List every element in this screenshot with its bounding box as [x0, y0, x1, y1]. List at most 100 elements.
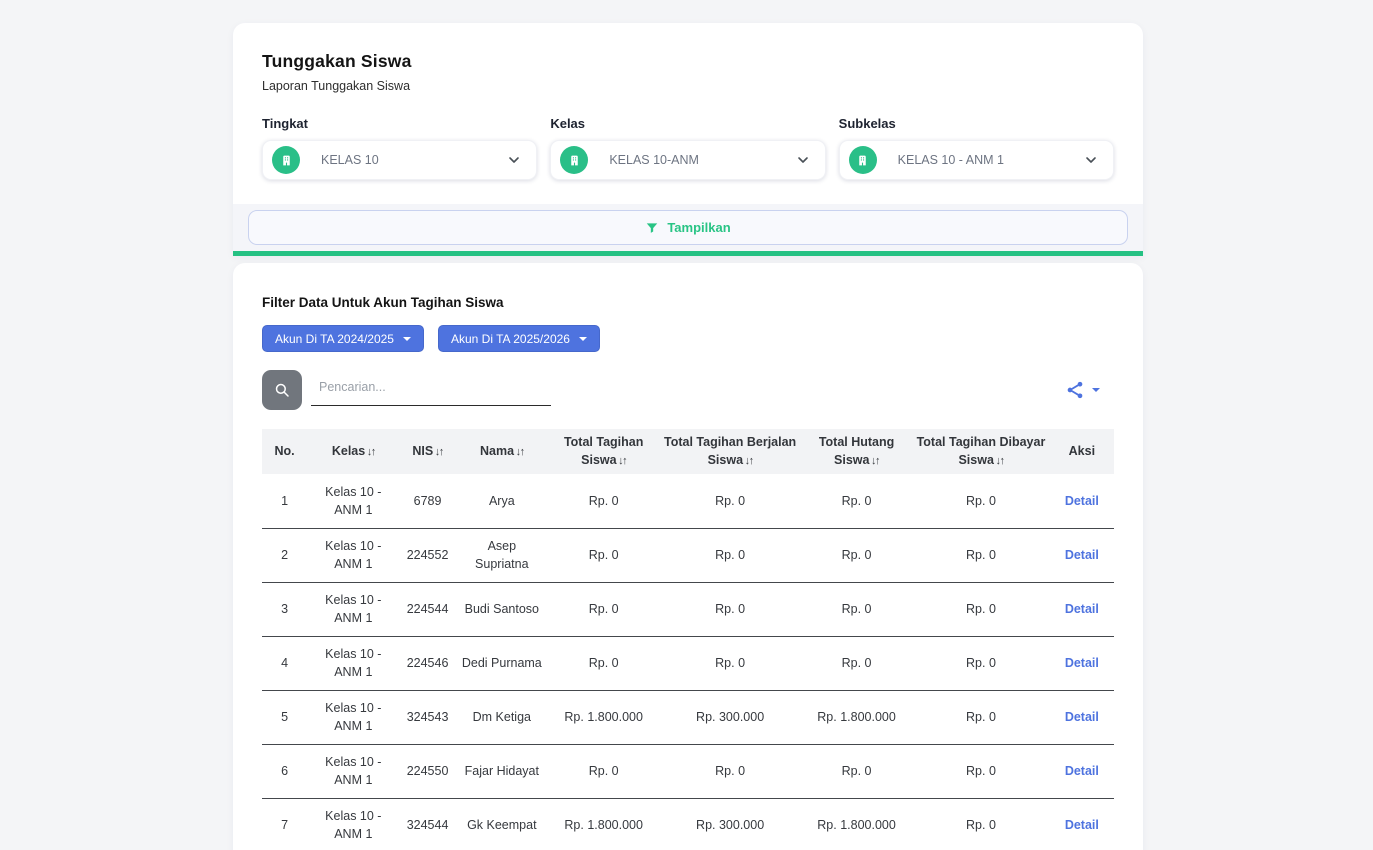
column-label: Total Tagihan Dibayar Siswa: [917, 435, 1046, 467]
column-label: Kelas: [332, 444, 365, 458]
nis-cell: 224552: [399, 528, 455, 582]
school-icon: [849, 146, 877, 174]
row-number-cell: 3: [262, 582, 307, 636]
table-row: 2Kelas 10 - ANM 1224552Asep SupriatnaRp.…: [262, 528, 1114, 582]
search-icon: [273, 381, 291, 399]
sort-arrows-icon: ↓↑: [869, 455, 879, 467]
akun-ta-2025-2026-button[interactable]: Akun Di TA 2025/2026: [438, 325, 600, 352]
kelas-cell: Kelas 10 - ANM 1: [307, 636, 399, 690]
total-tagihan-dibayar-cell: Rp. 0: [912, 690, 1049, 744]
column-header-kelas[interactable]: Kelas ↓↑: [307, 429, 399, 474]
nama-cell: Dedi Purnama: [456, 636, 548, 690]
kelas-cell: Kelas 10 - ANM 1: [307, 474, 399, 528]
export-dropdown[interactable]: [1065, 380, 1114, 400]
akun-ta-2024-2025-label: Akun Di TA 2024/2025: [275, 332, 394, 346]
page-title: Tunggakan Siswa: [262, 51, 1114, 72]
kelas-label: Kelas: [550, 116, 825, 131]
nama-cell: Dm Ketiga: [456, 690, 548, 744]
nis-cell: 324543: [399, 690, 455, 744]
search-input[interactable]: [311, 374, 551, 406]
show-button-bar: Tampilkan: [233, 204, 1143, 251]
total-tagihan-cell: Rp. 0: [548, 582, 659, 636]
column-header-total-hutang-siswa[interactable]: Total Hutang Siswa ↓↑: [801, 429, 912, 474]
kelas-cell: Kelas 10 - ANM 1: [307, 690, 399, 744]
column-header-total-tagihan-dibayar-siswa[interactable]: Total Tagihan Dibayar Siswa ↓↑: [912, 429, 1049, 474]
total-hutang-cell: Rp. 1.800.000: [801, 798, 912, 850]
nis-cell: 224544: [399, 582, 455, 636]
column-label: Aksi: [1069, 444, 1095, 458]
kelas-select-value: KELAS 10-ANM: [609, 153, 794, 167]
aksi-cell: Detail: [1050, 744, 1114, 798]
tampilkan-button[interactable]: Tampilkan: [248, 210, 1128, 245]
subkelas-select-value: KELAS 10 - ANM 1: [898, 153, 1083, 167]
akun-ta-2024-2025-button[interactable]: Akun Di TA 2024/2025: [262, 325, 424, 352]
column-label: Total Tagihan Siswa: [564, 435, 643, 467]
tingkat-select[interactable]: KELAS 10: [262, 140, 537, 180]
column-header-aksi: Aksi: [1050, 429, 1114, 474]
class-filter-row: Tingkat KELAS 10 Kelas: [262, 116, 1114, 180]
subkelas-select[interactable]: KELAS 10 - ANM 1: [839, 140, 1114, 180]
aksi-cell: Detail: [1050, 582, 1114, 636]
chevron-down-icon: [795, 152, 811, 168]
total-tagihan-dibayar-cell: Rp. 0: [912, 528, 1049, 582]
total-tagihan-dibayar-cell: Rp. 0: [912, 582, 1049, 636]
detail-link[interactable]: Detail: [1065, 764, 1099, 778]
school-icon: [272, 146, 300, 174]
total-tagihan-berjalan-cell: Rp. 0: [659, 636, 800, 690]
column-label: Nama: [480, 444, 514, 458]
table-row: 7Kelas 10 - ANM 1324544Gk KeempatRp. 1.8…: [262, 798, 1114, 850]
kelas-cell: Kelas 10 - ANM 1: [307, 744, 399, 798]
column-header-total-tagihan-berjalan-siswa[interactable]: Total Tagihan Berjalan Siswa ↓↑: [659, 429, 800, 474]
total-hutang-cell: Rp. 1.800.000: [801, 690, 912, 744]
column-header-total-tagihan-siswa[interactable]: Total Tagihan Siswa ↓↑: [548, 429, 659, 474]
sort-arrows-icon: ↓↑: [365, 446, 375, 458]
total-tagihan-dibayar-cell: Rp. 0: [912, 474, 1049, 528]
account-filter-buttons: Akun Di TA 2024/2025 Akun Di TA 2025/202…: [262, 325, 1114, 352]
column-header-nis[interactable]: NIS ↓↑: [399, 429, 455, 474]
column-label: Total Hutang Siswa: [819, 435, 894, 467]
table-row: 4Kelas 10 - ANM 1224546Dedi PurnamaRp. 0…: [262, 636, 1114, 690]
detail-link[interactable]: Detail: [1065, 818, 1099, 832]
kelas-cell: Kelas 10 - ANM 1: [307, 528, 399, 582]
row-number-cell: 6: [262, 744, 307, 798]
report-header: Tunggakan Siswa Laporan Tunggakan Siswa …: [233, 23, 1143, 204]
column-header-nama[interactable]: Nama ↓↑: [456, 429, 548, 474]
detail-link[interactable]: Detail: [1065, 602, 1099, 616]
total-tagihan-cell: Rp. 0: [548, 474, 659, 528]
table-header-row: No.Kelas ↓↑NIS ↓↑Nama ↓↑Total Tagihan Si…: [262, 429, 1114, 474]
aksi-cell: Detail: [1050, 474, 1114, 528]
total-hutang-cell: Rp. 0: [801, 582, 912, 636]
total-tagihan-berjalan-cell: Rp. 300.000: [659, 798, 800, 850]
nama-cell: Arya: [456, 474, 548, 528]
nis-cell: 324544: [399, 798, 455, 850]
caret-down-icon: [403, 337, 411, 341]
detail-link[interactable]: Detail: [1065, 656, 1099, 670]
aksi-cell: Detail: [1050, 636, 1114, 690]
school-icon: [560, 146, 588, 174]
tingkat-select-value: KELAS 10: [321, 153, 506, 167]
nis-cell: 6789: [399, 474, 455, 528]
arrears-table: No.Kelas ↓↑NIS ↓↑Nama ↓↑Total Tagihan Si…: [262, 429, 1114, 850]
subkelas-label: Subkelas: [839, 116, 1114, 131]
total-tagihan-cell: Rp. 0: [548, 636, 659, 690]
detail-link[interactable]: Detail: [1065, 710, 1099, 724]
tampilkan-label: Tampilkan: [667, 220, 730, 235]
total-tagihan-berjalan-cell: Rp. 0: [659, 474, 800, 528]
detail-link[interactable]: Detail: [1065, 494, 1099, 508]
column-label: Total Tagihan Berjalan Siswa: [664, 435, 796, 467]
search-button[interactable]: [262, 370, 302, 410]
table-card-content: Filter Data Untuk Akun Tagihan Siswa Aku…: [233, 263, 1143, 850]
total-tagihan-dibayar-cell: Rp. 0: [912, 636, 1049, 690]
page: Tunggakan Siswa Laporan Tunggakan Siswa …: [0, 0, 1373, 850]
total-tagihan-berjalan-cell: Rp. 0: [659, 744, 800, 798]
kelas-select[interactable]: KELAS 10-ANM: [550, 140, 825, 180]
detail-link[interactable]: Detail: [1065, 548, 1099, 562]
nis-cell: 224546: [399, 636, 455, 690]
sort-arrows-icon: ↓↑: [433, 446, 443, 458]
sort-arrows-icon: ↓↑: [743, 455, 753, 467]
total-hutang-cell: Rp. 0: [801, 744, 912, 798]
sort-arrows-icon: ↓↑: [514, 446, 524, 458]
sort-arrows-icon: ↓↑: [617, 455, 627, 467]
row-number-cell: 7: [262, 798, 307, 850]
total-tagihan-cell: Rp. 1.800.000: [548, 798, 659, 850]
